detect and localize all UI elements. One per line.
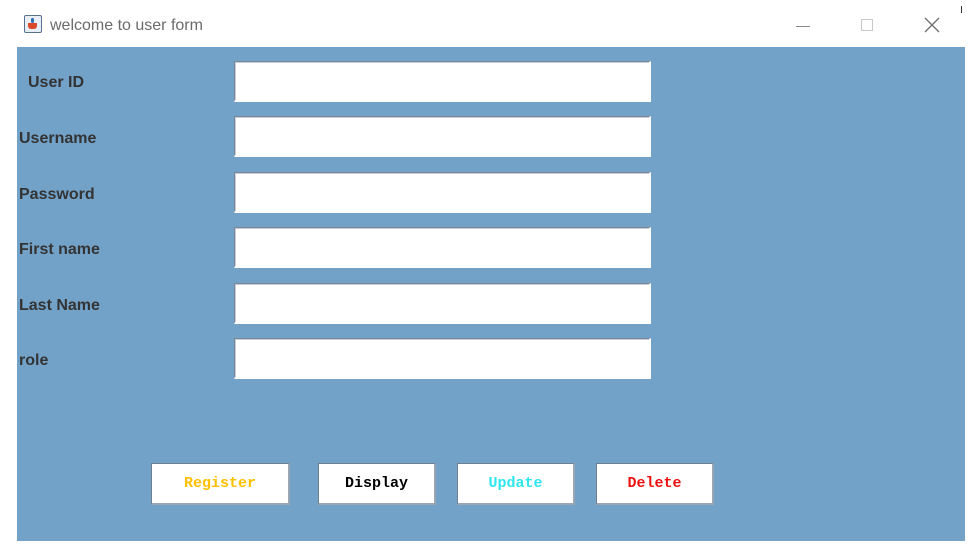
- password-field[interactable]: [234, 172, 651, 213]
- delete-button[interactable]: Delete: [596, 463, 714, 505]
- maximize-button[interactable]: [852, 12, 882, 38]
- first-name-label: First name: [19, 241, 100, 258]
- role-input[interactable]: [235, 339, 649, 377]
- minimize-icon: [796, 26, 810, 27]
- user-id-field[interactable]: [234, 61, 651, 102]
- title-bar: welcome to user form: [0, 0, 976, 47]
- minimize-button[interactable]: [788, 12, 818, 38]
- role-label: role: [19, 352, 49, 369]
- first-name-field[interactable]: [234, 227, 651, 268]
- username-label: Username: [19, 130, 97, 147]
- close-button[interactable]: [918, 12, 948, 38]
- password-input[interactable]: [235, 173, 649, 211]
- window-edge-mark: [961, 6, 965, 13]
- last-name-input[interactable]: [235, 284, 649, 322]
- display-button[interactable]: Display: [318, 463, 436, 505]
- username-field[interactable]: [234, 116, 651, 157]
- window-title: welcome to user form: [50, 17, 203, 34]
- user-id-label: User ID: [28, 74, 85, 91]
- role-field[interactable]: [234, 338, 651, 379]
- first-name-input[interactable]: [235, 228, 649, 266]
- register-button[interactable]: Register: [151, 463, 290, 505]
- user-id-input[interactable]: [235, 62, 649, 100]
- java-cup-icon: [24, 15, 42, 33]
- password-label: Password: [19, 186, 95, 203]
- close-icon: [924, 17, 940, 33]
- last-name-field[interactable]: [234, 283, 651, 324]
- update-button[interactable]: Update: [457, 463, 575, 505]
- maximize-icon: [861, 19, 873, 31]
- username-input[interactable]: [235, 117, 649, 155]
- last-name-label: Last Name: [19, 297, 100, 314]
